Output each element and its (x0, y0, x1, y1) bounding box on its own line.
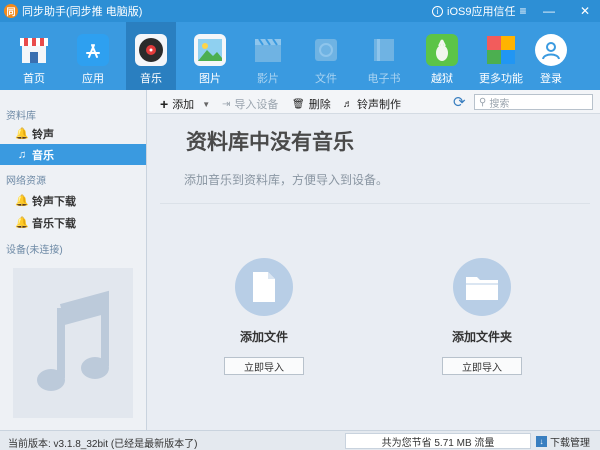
music-note-large-icon (37, 290, 109, 391)
store-icon (18, 34, 50, 66)
search-input[interactable]: ⚲ 搜索 (474, 94, 593, 110)
sidebar-item-music-label: 音乐 (32, 149, 54, 162)
ringtone-make-label: 铃声制作 (357, 99, 401, 111)
add-label: 添加 (172, 99, 195, 111)
plus-icon: + (160, 96, 169, 112)
tab-movies[interactable]: 影片 (243, 22, 293, 90)
ringtone-download-icon: 🔔 (15, 195, 29, 207)
delete-button[interactable]: 🗑 删除 (292, 96, 331, 112)
sidebar-item-ringtone[interactable]: 🔔 铃声 (0, 123, 146, 144)
tab-pictures-label: 图片 (199, 73, 221, 85)
sidebar: 资料库 🔔 铃声 ♫ 音乐 网络资源 🔔 铃声下载 🔔 音乐下载 设备(未连接) (0, 90, 147, 430)
music-download-icon: 🔔 (15, 217, 29, 229)
app-logo-icon: 同 (4, 4, 18, 18)
library-header: 资料库 (6, 111, 36, 122)
tab-files-label: 文件 (315, 73, 337, 85)
app-store-icon (77, 34, 109, 66)
info-icon: i (432, 5, 443, 17)
import-file-button[interactable]: 立即导入 (224, 357, 304, 375)
add-button[interactable]: + 添加 ▼ (160, 96, 210, 112)
ringtone-make-icon: ♬ (343, 98, 353, 110)
tab-files[interactable]: 文件 (301, 22, 351, 90)
delete-label: 删除 (308, 99, 331, 111)
tab-movies-label: 影片 (257, 73, 279, 85)
tab-ebooks-label: 电子书 (367, 73, 401, 85)
status-bar: 当前版本: v3.1.8_32bit (已经是最新版本了) 共为您节省 5.71… (0, 430, 600, 450)
pineapple-icon (426, 34, 458, 66)
tab-music-label: 音乐 (140, 73, 162, 85)
download-manager-label: 下载管理 (550, 438, 590, 449)
tab-more-label: 更多功能 (479, 73, 523, 85)
main-toolbar: 首页 应用 音乐 图片 影片 文件 电子书 越狱 更多功能 登录 (0, 22, 600, 90)
page-title: 资料库中没有音乐 (186, 131, 354, 154)
tab-more[interactable]: 更多功能 (476, 22, 526, 90)
download-icon: ↓ (536, 436, 547, 447)
window-title: 同步助手(同步推 电脑版) (22, 6, 143, 18)
sidebar-item-ringtone-label: 铃声 (32, 128, 54, 141)
sidebar-item-ringtone-download[interactable]: 🔔 铃声下载 (0, 190, 146, 211)
search-placeholder: 搜索 (489, 98, 510, 110)
more-grid-icon (485, 34, 517, 66)
bell-icon: 🔔 (15, 128, 29, 140)
import-device-button[interactable]: ⇥ 导入设备 (222, 96, 278, 112)
trash-icon: 🗑 (292, 98, 305, 110)
user-icon (535, 34, 567, 66)
add-file-icon[interactable] (235, 258, 293, 316)
search-icon: ⚲ (479, 96, 487, 108)
add-folder-icon[interactable] (453, 258, 511, 316)
book-icon (368, 34, 400, 66)
import-icon: ⇥ (222, 98, 231, 110)
online-header: 网络资源 (6, 176, 46, 187)
tab-jailbreak-label: 越狱 (431, 73, 453, 85)
sidebar-item-ringtone-download-label: 铃声下载 (32, 195, 76, 208)
add-folder-card: 添加文件夹 立即导入 (422, 258, 542, 375)
title-bar: 同 同步助手(同步推 电脑版) i iOS9应用信任 ≡ — ✕ (0, 0, 600, 22)
menu-icon[interactable]: ≡ (512, 0, 534, 22)
tab-home-label: 首页 (23, 73, 45, 85)
add-folder-label: 添加文件夹 (451, 330, 512, 344)
music-note-icon: ♫ (17, 148, 27, 161)
add-file-label: 添加文件 (239, 330, 288, 344)
file-icon (310, 34, 342, 66)
ios-trust-label: iOS9应用信任 (447, 6, 516, 18)
sidebar-item-music-download-label: 音乐下载 (32, 217, 76, 230)
login-label: 登录 (540, 73, 562, 85)
sidebar-item-music[interactable]: ♫ 音乐 (0, 144, 146, 165)
device-header: 设备(未连接) (6, 245, 63, 256)
ios-trust-link[interactable]: i iOS9应用信任 (432, 3, 515, 19)
minimize-button[interactable]: — (538, 0, 560, 22)
tab-music[interactable]: 音乐 (126, 22, 176, 90)
film-icon (252, 34, 284, 66)
tab-ebooks[interactable]: 电子书 (359, 22, 409, 90)
import-device-label: 导入设备 (234, 99, 279, 111)
music-disc-icon (135, 34, 167, 66)
divider (160, 203, 590, 204)
import-folder-button[interactable]: 立即导入 (442, 357, 522, 375)
album-art-placeholder (13, 268, 133, 418)
download-manager-button[interactable]: ↓ 下载管理 (536, 434, 590, 449)
chevron-down-icon[interactable]: ▼ (202, 100, 210, 109)
login-button[interactable]: 登录 (526, 22, 576, 90)
tab-pictures[interactable]: 图片 (185, 22, 235, 90)
sidebar-item-music-download[interactable]: 🔔 音乐下载 (0, 212, 146, 233)
version-text: 当前版本: v3.1.8_32bit (已经是最新版本了) (8, 439, 198, 450)
tab-apps[interactable]: 应用 (68, 22, 118, 90)
close-button[interactable]: ✕ (574, 0, 596, 22)
add-file-card: 添加文件 立即导入 (204, 258, 324, 375)
tab-apps-label: 应用 (82, 73, 104, 85)
tab-jailbreak[interactable]: 越狱 (417, 22, 467, 90)
page-subtitle: 添加音乐到资料库，方便导入到设备。 (184, 173, 389, 187)
refresh-icon[interactable]: ⟳ (453, 93, 466, 111)
ringtone-make-button[interactable]: ♬ 铃声制作 (343, 96, 401, 112)
traffic-saved: 共为您节省 5.71 MB 流量 (345, 433, 531, 449)
picture-icon (194, 34, 226, 66)
tab-home[interactable]: 首页 (9, 22, 59, 90)
